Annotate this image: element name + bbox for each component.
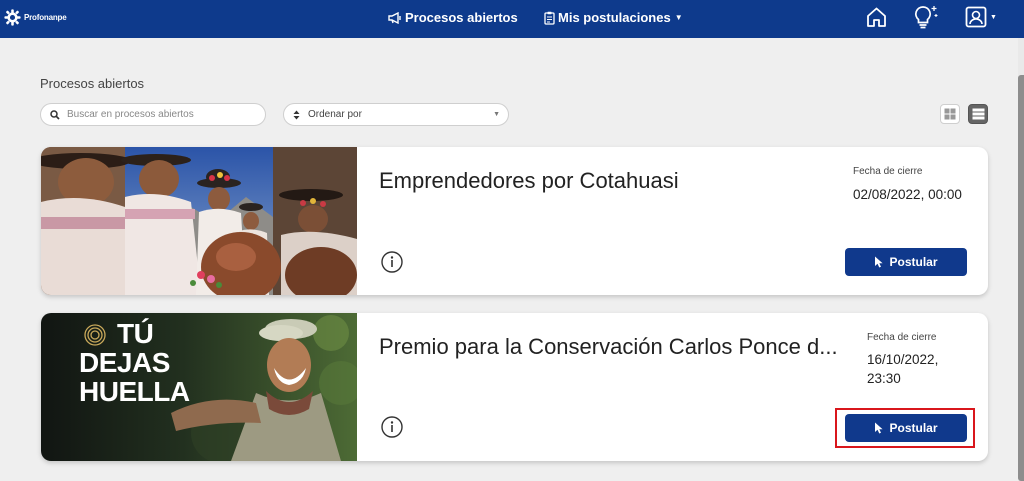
grid-view-button[interactable]	[940, 104, 960, 124]
list-view-button[interactable]	[968, 104, 988, 124]
poster-word: DEJAS	[79, 347, 170, 378]
sort-label: Ordenar por	[308, 109, 362, 120]
info-icon[interactable]	[381, 251, 403, 278]
process-card[interactable]: Emprendedores por Cotahuasi Fecha de cie…	[41, 147, 988, 295]
page-title: Procesos abiertos	[40, 76, 145, 91]
logo[interactable]: Profonanpe	[4, 9, 67, 26]
nav-mis-postulaciones[interactable]: Mis postulaciones ▼	[544, 10, 683, 25]
close-date-label: Fecha de cierre	[853, 166, 923, 177]
highlight-box	[835, 408, 975, 448]
search-input[interactable]	[65, 108, 259, 121]
chevron-down-icon: ▼	[674, 13, 683, 22]
home-icon[interactable]	[866, 6, 887, 33]
poster-word: TÚ	[117, 318, 154, 349]
close-date-label: Fecha de cierre	[867, 332, 937, 343]
nav-procesos-abiertos-label: Procesos abiertos	[405, 10, 518, 25]
chevron-down-icon: ▼	[493, 111, 500, 118]
gear-logo-icon	[4, 9, 21, 26]
poster-headline: TÚ DEJAS HUELLA	[79, 318, 190, 407]
top-navbar: Profonanpe Procesos abiertos Mis postula…	[0, 0, 1024, 38]
info-icon[interactable]	[381, 416, 403, 443]
scrollbar-thumb[interactable]	[1018, 75, 1024, 481]
close-date-value: 02/08/2022, 00:00	[853, 187, 962, 202]
sort-icon	[293, 110, 300, 119]
card-title: Emprendedores por Cotahuasi	[379, 168, 679, 193]
postular-button-label: Postular	[889, 255, 938, 269]
nav-mis-postulaciones-label: Mis postulaciones	[558, 10, 671, 25]
grid-icon	[944, 108, 956, 120]
user-profile-menu[interactable]: ▼	[965, 6, 997, 33]
logo-text: Profonanpe	[24, 13, 67, 22]
card-title: Premio para la Conservación Carlos Ponce…	[379, 334, 838, 359]
sort-select[interactable]: Ordenar por ▼	[283, 103, 509, 126]
chevron-down-icon: ▼	[990, 14, 997, 21]
user-icon	[965, 6, 987, 28]
card-image-women-in-hats	[41, 147, 357, 295]
postular-button[interactable]: Postular	[845, 248, 967, 276]
search-box[interactable]	[40, 103, 266, 126]
list-icon	[972, 108, 984, 120]
lightbulb-icon[interactable]	[912, 4, 940, 35]
close-date-value: 16/10/2022, 23:30	[867, 352, 939, 386]
nav-procesos-abiertos[interactable]: Procesos abiertos	[388, 10, 518, 25]
megaphone-icon	[388, 11, 401, 24]
cursor-icon	[875, 256, 884, 268]
clipboard-icon	[544, 11, 555, 25]
search-icon	[50, 109, 60, 120]
poster-word: HUELLA	[79, 376, 190, 407]
